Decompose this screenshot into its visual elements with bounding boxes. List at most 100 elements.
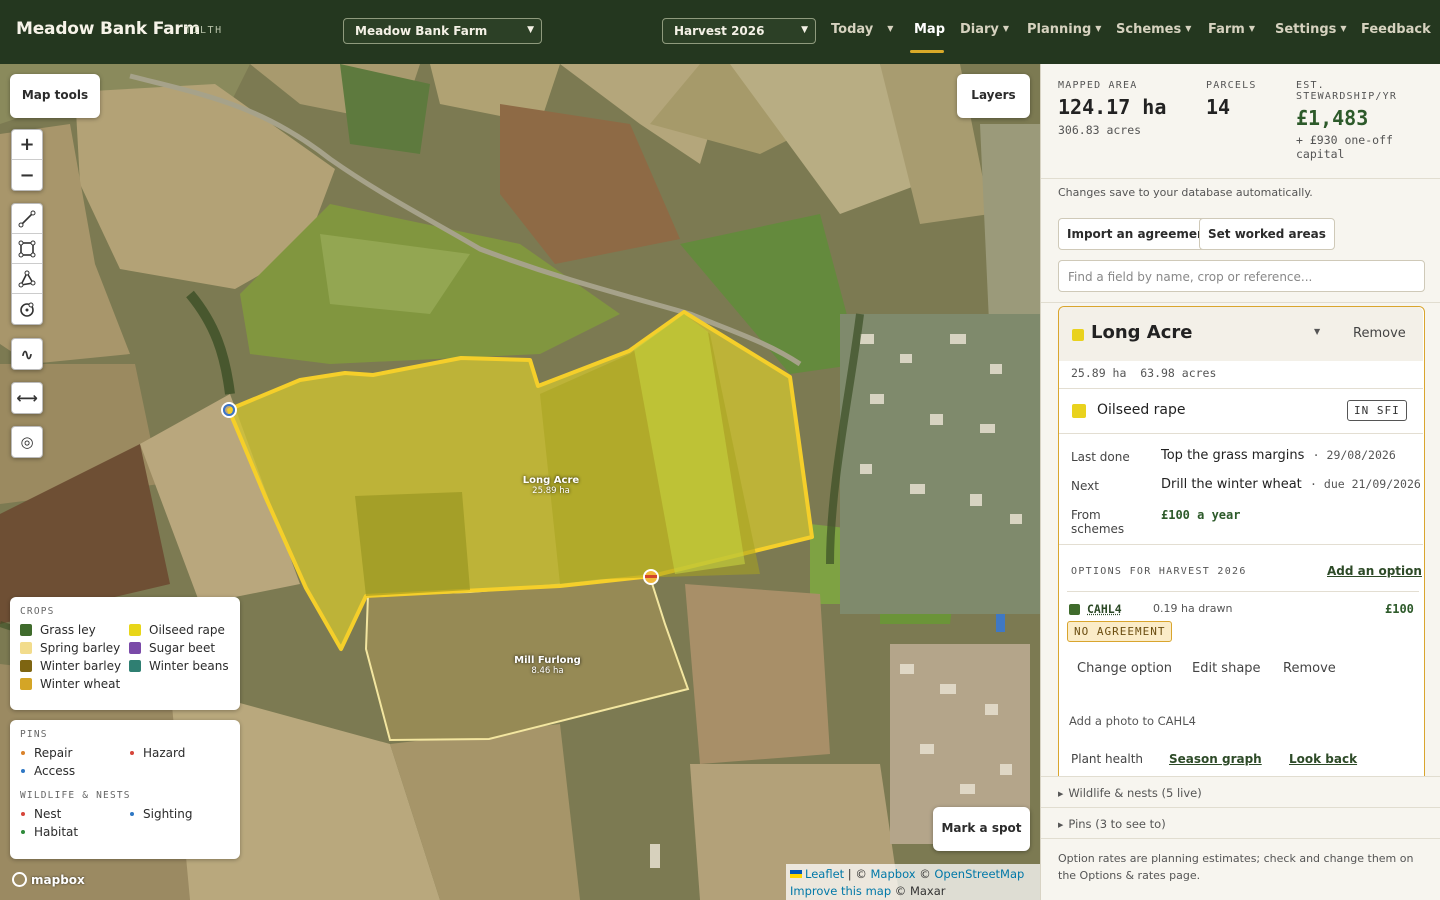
nav-diary[interactable]: Diary ▼ [960, 22, 1009, 37]
season-graph-link[interactable]: Season graph [1169, 752, 1262, 766]
legend-label: Winter wheat [40, 677, 120, 691]
measure-control: ⟷ [11, 382, 43, 414]
legend-item: Sighting [129, 807, 239, 821]
pins-section-toggle[interactable]: ▶ Pins (3 to see to) [1041, 807, 1440, 838]
legend-label: Spring barley [40, 641, 120, 655]
nav-map[interactable]: Map [914, 22, 945, 37]
section-label: Wildlife & nests (5 live) [1068, 786, 1201, 800]
stewardship-value: £1,483 [1296, 106, 1368, 130]
legend-item: Winter barley [20, 659, 129, 673]
remove-option-button[interactable]: Remove [1283, 661, 1336, 676]
map-tools-button[interactable]: Map tools [10, 74, 100, 118]
look-back-link[interactable]: Look back [1289, 752, 1357, 766]
freehand-button[interactable]: ∿ [12, 339, 42, 369]
set-worked-areas-button[interactable]: Set worked areas [1199, 218, 1335, 250]
crop-swatch [129, 624, 141, 636]
mapped-area-label: MAPPED AREA [1058, 80, 1137, 91]
draw-circle-button[interactable] [12, 294, 42, 324]
rates-footnote: Option rates are planning estimates; che… [1058, 850, 1428, 884]
mark-spot-button[interactable]: Mark a spot [933, 807, 1030, 851]
legend-item: Winter beans [129, 659, 239, 673]
field-name: Mill Furlong [500, 655, 595, 666]
ukraine-flag-icon [790, 870, 802, 878]
openstreetmap-link[interactable]: OpenStreetMap [934, 867, 1024, 881]
add-option-link[interactable]: Add an option [1327, 564, 1422, 578]
locate-button[interactable]: ◎ [12, 427, 42, 457]
caret-down-icon[interactable]: ▼ [1314, 327, 1320, 336]
map-attribution: Leaflet | © Mapbox © OpenStreetMap Impro… [786, 864, 1040, 900]
change-option-button[interactable]: Change option [1077, 661, 1172, 676]
option-color-swatch [1069, 604, 1080, 615]
next-label: Next [1071, 479, 1099, 493]
brand-name[interactable]: Meadow Bank Farm [16, 19, 200, 39]
legend-label: Habitat [34, 825, 78, 839]
option-code-link[interactable]: CAHL4 [1087, 602, 1122, 616]
zoom-in-button[interactable]: + [12, 130, 42, 160]
mapbox-icon [12, 872, 27, 887]
nav-settings-label: Settings [1275, 22, 1336, 37]
triangle-right-icon: ▶ [1058, 790, 1063, 798]
section-label: Pins (3 to see to) [1068, 817, 1165, 831]
zoom-out-button[interactable]: − [12, 160, 42, 190]
legend-label: Sugar beet [149, 641, 215, 655]
nav-planning[interactable]: Planning ▼ [1027, 22, 1101, 37]
legend-label: Grass ley [40, 623, 96, 637]
nav-map-label: Map [914, 22, 945, 37]
layers-button[interactable]: Layers [957, 74, 1030, 118]
crop-color-swatch [1072, 329, 1084, 341]
caret-down-icon: ▼ [1185, 24, 1191, 33]
field-label-mill-furlong[interactable]: Mill Furlong 8.46 ha [500, 655, 595, 677]
freehand-control: ∿ [11, 338, 43, 370]
crop-swatch [20, 678, 32, 690]
nav-farm[interactable]: Farm ▼ [1208, 22, 1255, 37]
field-area: 25.89 ha 63.98 acres [1071, 366, 1216, 380]
nav-farm-label: Farm [1208, 22, 1245, 37]
remove-field-button[interactable]: Remove [1353, 326, 1406, 341]
crops-legend-items: Grass ley Oilseed rape Spring barley Sugar … [20, 623, 230, 691]
nav-schemes[interactable]: Schemes ▼ [1116, 22, 1191, 37]
capital-line: capital [1296, 147, 1393, 161]
map-view[interactable]: Long Acre 25.89 ha Mill Furlong 8.46 ha … [0, 64, 1040, 900]
legend-item: Repair [20, 746, 129, 760]
draw-polygon-button[interactable] [12, 264, 42, 294]
mapbox-logo[interactable]: mapbox [12, 872, 85, 887]
edit-shape-button[interactable]: Edit shape [1192, 661, 1261, 676]
improve-map-link[interactable]: Improve this map [790, 884, 891, 898]
import-agreement-button[interactable]: Import an agreement [1058, 218, 1220, 250]
field-list[interactable]: Long Acre ▼ Remove 25.89 ha 63.98 acres … [1041, 302, 1440, 776]
mapped-area-value: 124.17 ha [1058, 95, 1166, 119]
field-area: 25.89 ha [505, 486, 597, 497]
stewardship-label: EST. STEWARDSHIP/YR [1296, 80, 1397, 102]
nav-today[interactable]: Today ▼ [831, 22, 893, 37]
pin-dot-icon [21, 830, 25, 834]
leaflet-link[interactable]: Leaflet [805, 867, 844, 881]
attribution-text: © Maxar [891, 884, 945, 898]
add-photo-button[interactable]: Add a photo to CAHL4 [1069, 714, 1196, 728]
field-title: Long Acre [1091, 322, 1193, 343]
nav-settings[interactable]: Settings ▼ [1275, 22, 1347, 37]
field-search-input[interactable]: Find a field by name, crop or reference.… [1058, 260, 1425, 292]
draw-rectangle-button[interactable] [12, 234, 42, 264]
harvest-select[interactable]: Harvest 2026 ▼ [662, 18, 816, 44]
nav-feedback[interactable]: Feedback [1361, 22, 1431, 37]
plant-health-label: Plant health [1071, 752, 1143, 766]
legend-label: Access [34, 764, 75, 778]
polygon-icon [18, 270, 36, 288]
next-task: Drill the winter wheat [1161, 477, 1302, 492]
nav-diary-label: Diary [960, 22, 999, 37]
crops-legend: CROPS Grass ley Oilseed rape Spring barley… [10, 597, 240, 710]
wildlife-section-toggle[interactable]: ▶ Wildlife & nests (5 live) [1041, 776, 1440, 807]
last-done-task: Top the grass margins [1161, 448, 1304, 463]
farm-select[interactable]: Meadow Bank Farm ▼ [343, 18, 542, 44]
wildlife-legend-items: Nest Sighting Habitat [20, 807, 230, 839]
from-schemes-label: From schemes [1071, 508, 1124, 536]
legend-item: Nest [20, 807, 129, 821]
top-bar: Meadow Bank Farm TILTH Meadow Bank Farm … [0, 0, 1440, 64]
draw-line-button[interactable] [12, 204, 42, 234]
mapbox-link[interactable]: Mapbox [871, 867, 916, 881]
option-area: 0.19 ha drawn [1153, 602, 1232, 615]
field-label-long-acre[interactable]: Long Acre 25.89 ha [505, 475, 597, 497]
field-card-header[interactable]: Long Acre ▼ Remove [1059, 307, 1423, 361]
measure-button[interactable]: ⟷ [12, 383, 42, 413]
from-schemes-value: £100 a year [1161, 508, 1240, 522]
